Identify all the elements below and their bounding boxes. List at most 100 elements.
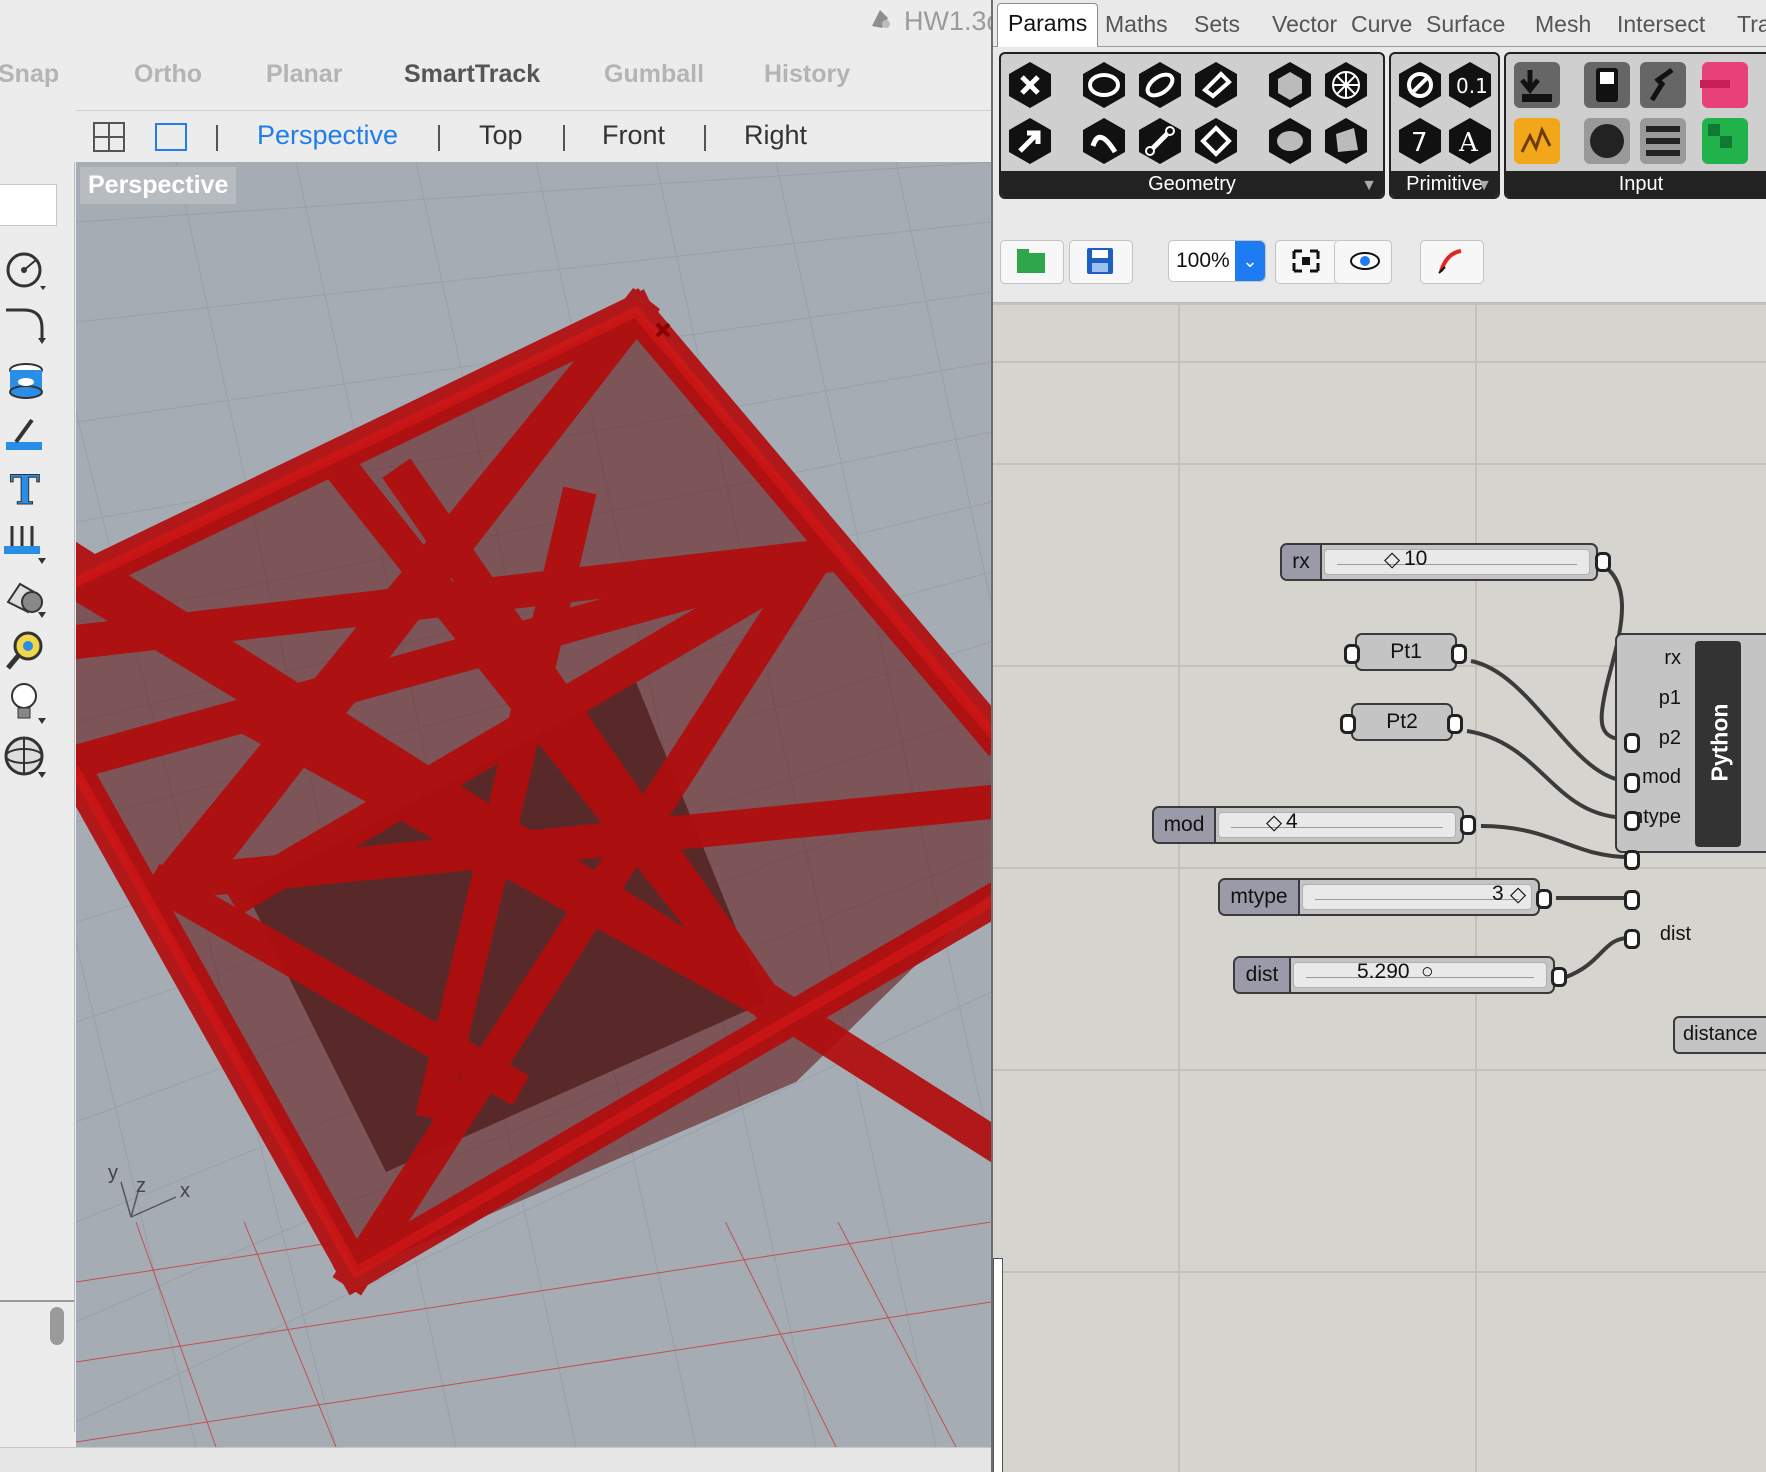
input-grip[interactable] [1624, 850, 1640, 870]
tab-sets[interactable]: Sets [1194, 11, 1240, 38]
line-param-icon[interactable] [1135, 116, 1185, 166]
geometry-param-icon[interactable] [1005, 60, 1055, 110]
analyze-icon[interactable] [2, 626, 50, 674]
slider-param-icon[interactable] [1638, 60, 1688, 110]
input-grip[interactable] [1624, 733, 1640, 753]
integer-param-icon[interactable]: 7 [1395, 116, 1445, 166]
tab-vector[interactable]: Vector [1272, 11, 1337, 38]
single-viewport-icon[interactable] [154, 121, 188, 153]
boolean-icon[interactable] [2, 572, 50, 620]
value-list-icon[interactable] [1638, 116, 1688, 166]
tab-curve[interactable]: Curve [1351, 11, 1412, 38]
tab-intersect[interactable]: Intersect [1617, 11, 1705, 38]
osnap-ortho[interactable]: Ortho [134, 60, 202, 89]
text-param-icon[interactable]: A [1445, 116, 1495, 166]
output-grip[interactable] [1551, 967, 1567, 987]
slider-handle-icon[interactable]: ○ [1421, 960, 1434, 984]
tab-surface[interactable]: Surface [1426, 11, 1505, 38]
panel-expand-icon[interactable]: ▼ [1476, 177, 1492, 195]
number-param-icon[interactable]: 0.1 [1445, 60, 1495, 110]
tab-top[interactable]: Top [479, 120, 523, 151]
pt1-param[interactable]: Pt1 [1355, 633, 1457, 671]
render-light-icon[interactable] [2, 678, 50, 726]
mtype-slider[interactable]: mtype 3 ◇ [1218, 878, 1540, 916]
dimension-icon[interactable] [2, 412, 50, 460]
gradient-param-icon[interactable] [1700, 60, 1750, 110]
circle-tool-icon[interactable] [2, 246, 50, 294]
viewport-label[interactable]: Perspective [80, 167, 237, 204]
osnap-smarttrack[interactable]: SmartTrack [404, 60, 540, 89]
sketch-button[interactable] [1420, 240, 1484, 284]
circular-arc-param-icon[interactable] [1135, 60, 1185, 110]
output-grip[interactable] [1595, 552, 1611, 572]
output-grip[interactable] [1451, 644, 1467, 664]
output-grip[interactable] [1536, 889, 1552, 909]
text-icon[interactable]: T [2, 464, 50, 513]
zoom-extents-button[interactable] [1275, 240, 1339, 284]
rx-slider[interactable]: rx ◇ 10 [1280, 543, 1598, 581]
osnap-snap[interactable]: Snap [0, 60, 59, 89]
input-grip[interactable] [1624, 929, 1640, 949]
zoom-value: 100% [1176, 249, 1230, 272]
input-grip[interactable] [1624, 811, 1640, 831]
tab-maths[interactable]: Maths [1105, 11, 1168, 38]
globe-sphere-icon[interactable] [2, 732, 50, 780]
command-input[interactable] [0, 184, 57, 226]
canvas-scrollbar[interactable] [993, 1258, 1003, 1472]
mesh-param-icon[interactable] [1321, 60, 1371, 110]
slider-handle-icon[interactable]: ◇ [1266, 810, 1282, 835]
array-icon[interactable] [2, 518, 50, 566]
tab-perspective[interactable]: Perspective [257, 120, 398, 151]
input-grip[interactable] [1624, 890, 1640, 910]
osnap-planar[interactable]: Planar [266, 60, 342, 89]
pt2-param[interactable]: Pt2 [1351, 703, 1453, 741]
box-param-icon[interactable] [1265, 60, 1315, 110]
plane-param-icon[interactable] [1191, 116, 1241, 166]
control-knob-icon[interactable] [1582, 116, 1632, 166]
mod-slider[interactable]: mod ◇ 4 [1152, 806, 1464, 844]
dist-slider[interactable]: dist 5.290 ○ [1233, 956, 1555, 994]
four-viewports-icon[interactable] [92, 121, 126, 153]
boolean-param-icon[interactable] [1395, 60, 1445, 110]
input-grip[interactable] [1340, 714, 1356, 734]
color-swatch-icon[interactable] [1700, 116, 1750, 166]
circle-param-icon[interactable] [1079, 60, 1129, 110]
slider-handle-icon[interactable]: ◇ [1384, 547, 1400, 572]
panel-expand-icon[interactable]: ▼ [1361, 177, 1377, 195]
python-name-strip: Python [1695, 641, 1741, 847]
tab-mesh[interactable]: Mesh [1535, 11, 1591, 38]
solid-extrude-icon[interactable] [2, 358, 50, 406]
panel-label-input: Input [1506, 171, 1766, 197]
output-grip[interactable] [1447, 714, 1463, 734]
panel-param-icon[interactable] [1512, 60, 1562, 110]
surface-param-icon[interactable] [1191, 60, 1241, 110]
grasshopper-canvas[interactable]: rx ◇ 10 Pt1 Pt2 mod ◇ 4 mtype 3 ◇ dist 5… [993, 303, 1766, 1472]
twisted-box-param-icon[interactable] [1321, 116, 1371, 166]
perspective-viewport[interactable]: x y z Perspective [76, 162, 991, 1447]
curve-fillet-icon[interactable] [2, 302, 50, 350]
curve-param-icon[interactable] [1079, 116, 1129, 166]
tab-right[interactable]: Right [744, 120, 807, 151]
left-scrollbar[interactable] [50, 1307, 64, 1345]
input-grip[interactable] [1344, 644, 1360, 664]
chevron-down-icon[interactable]: ⌄ [1235, 241, 1265, 281]
tab-params[interactable]: Params [997, 3, 1099, 52]
graph-mapper-icon[interactable] [1512, 116, 1562, 166]
slider-handle-icon[interactable]: ◇ [1510, 882, 1526, 907]
output-grip[interactable] [1460, 815, 1476, 835]
osnap-history[interactable]: History [764, 60, 850, 89]
tab-front[interactable]: Front [602, 120, 665, 151]
toggle-param-icon[interactable] [1582, 60, 1632, 110]
python-title: Python [1706, 703, 1733, 782]
distance-param[interactable]: distance [1673, 1016, 1766, 1054]
open-file-button[interactable] [1000, 240, 1064, 284]
tab-transform[interactable]: Tra [1737, 11, 1766, 38]
input-grip[interactable] [1624, 773, 1640, 793]
vector-param-icon[interactable] [1005, 116, 1055, 166]
slider-value: 4 [1286, 810, 1298, 833]
zoom-dropdown[interactable]: 100% ⌄ [1168, 240, 1266, 282]
brep-param-icon[interactable] [1265, 116, 1315, 166]
preview-button[interactable] [1334, 240, 1392, 284]
save-file-button[interactable] [1069, 240, 1133, 284]
osnap-gumball[interactable]: Gumball [604, 60, 704, 89]
